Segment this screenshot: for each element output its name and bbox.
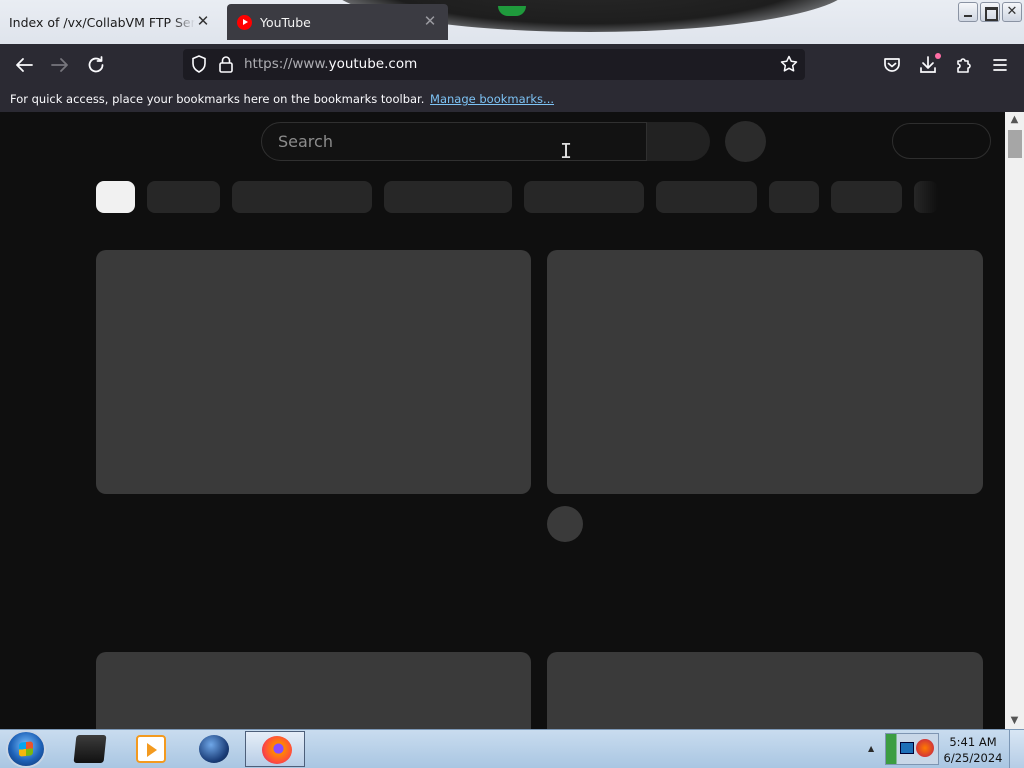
forward-arrow-icon [51, 58, 68, 72]
chip-placeholder[interactable] [914, 181, 938, 213]
url-text[interactable]: https://www.youtube.com [244, 56, 417, 72]
search-box[interactable] [261, 122, 647, 161]
bookmarks-toolbar: For quick access, place your bookmarks h… [0, 86, 1024, 112]
video-thumbnail-placeholder[interactable] [547, 652, 983, 729]
firefox-tray-icon[interactable] [916, 739, 934, 757]
url-domain: youtube.com [328, 56, 418, 72]
maximize-button[interactable] [980, 2, 1000, 22]
chip-placeholder[interactable] [384, 181, 512, 213]
youtube-favicon-icon [237, 14, 252, 30]
taskbar-app-media-player[interactable] [120, 731, 180, 767]
scroll-thumb[interactable] [1008, 130, 1022, 158]
back-button[interactable] [12, 53, 36, 77]
system-clock[interactable]: 5:41 AM 6/25/2024 [943, 734, 1003, 766]
chip-placeholder[interactable] [524, 181, 644, 213]
tracking-protection-shield-icon[interactable] [189, 54, 209, 74]
globe-icon [199, 735, 229, 763]
scroll-up-arrow-icon[interactable]: ▲ [1005, 112, 1024, 128]
reload-button[interactable] [84, 53, 108, 77]
video-thumbnail-placeholder[interactable] [96, 652, 531, 729]
navigation-toolbar: https://www.youtube.com [0, 44, 1024, 86]
window-controls: ✕ [958, 2, 1022, 22]
youtube-page: I [0, 112, 1005, 729]
extensions-button[interactable] [952, 53, 976, 77]
start-button[interactable] [6, 730, 46, 768]
tab-close-icon[interactable]: ✕ [422, 13, 438, 29]
bookmarks-empty-message: For quick access, place your bookmarks h… [10, 92, 425, 106]
chip-placeholder[interactable] [656, 181, 757, 213]
chip-placeholder[interactable] [232, 181, 372, 213]
tab-youtube[interactable]: YouTube ✕ [227, 4, 448, 40]
network-icon[interactable] [900, 742, 914, 754]
puzzle-piece-icon [957, 58, 971, 73]
pocket-button[interactable] [880, 53, 904, 77]
show-hidden-icons-arrow-icon[interactable]: ▲ [868, 744, 874, 753]
tab-title: Index of /vx/CollabVM FTP Server M [9, 14, 195, 30]
windows-logo-icon [19, 741, 33, 757]
tab-collabvm-ftp[interactable]: Index of /vx/CollabVM FTP Server M ✕ [0, 4, 220, 40]
lock-icon[interactable] [216, 54, 236, 74]
chip-placeholder[interactable] [147, 181, 220, 213]
channel-avatar-placeholder [547, 506, 583, 542]
clock-date: 6/25/2024 [943, 751, 1003, 765]
media-player-icon [136, 735, 166, 763]
tab-close-icon[interactable]: ✕ [195, 13, 211, 29]
pocket-icon [884, 58, 900, 72]
video-thumbnail-placeholder[interactable] [547, 250, 983, 494]
reload-icon [88, 56, 104, 73]
taskbar-app-globe[interactable] [183, 731, 243, 767]
minimize-button[interactable] [958, 2, 978, 22]
taskbar-app-vm-console[interactable] [59, 731, 119, 767]
sign-in-button-placeholder[interactable] [892, 123, 991, 159]
scroll-down-arrow-icon[interactable]: ▼ [1005, 713, 1024, 729]
download-notification-dot [935, 53, 941, 59]
downloads-button[interactable] [916, 53, 941, 77]
address-bar[interactable]: https://www.youtube.com [183, 49, 805, 80]
search-button[interactable] [647, 122, 710, 161]
chip-placeholder[interactable] [831, 181, 902, 213]
back-arrow-icon [16, 58, 33, 72]
video-thumbnail-placeholder[interactable] [96, 250, 531, 494]
hamburger-menu-icon [993, 59, 1007, 71]
tab-strip: Index of /vx/CollabVM FTP Server M ✕ You… [0, 0, 1024, 44]
bookmark-star-icon[interactable] [779, 54, 799, 74]
voice-search-button[interactable] [725, 121, 766, 162]
page-scrollbar[interactable]: ▲ ▼ [1005, 112, 1024, 729]
chip-placeholder[interactable] [96, 181, 135, 213]
taskbar-app-firefox[interactable] [245, 731, 305, 767]
manage-bookmarks-link[interactable]: Manage bookmarks... [430, 92, 554, 106]
url-scheme: https://www. [244, 56, 329, 72]
windows-taskbar: ▲ 5:41 AM 6/25/2024 [0, 729, 1024, 768]
chip-placeholder[interactable] [769, 181, 819, 213]
vm-console-icon [73, 735, 107, 763]
clock-time: 5:41 AM [949, 735, 997, 749]
notification-area[interactable] [885, 733, 939, 765]
show-desktop-button[interactable] [1009, 730, 1024, 768]
app-menu-button[interactable] [988, 53, 1012, 77]
tab-title: YouTube [260, 14, 311, 30]
search-input[interactable] [262, 123, 646, 160]
text-cursor-icon: I [560, 139, 573, 163]
forward-button[interactable] [48, 53, 72, 77]
firefox-icon [262, 736, 292, 764]
close-window-button[interactable]: ✕ [1002, 2, 1022, 22]
